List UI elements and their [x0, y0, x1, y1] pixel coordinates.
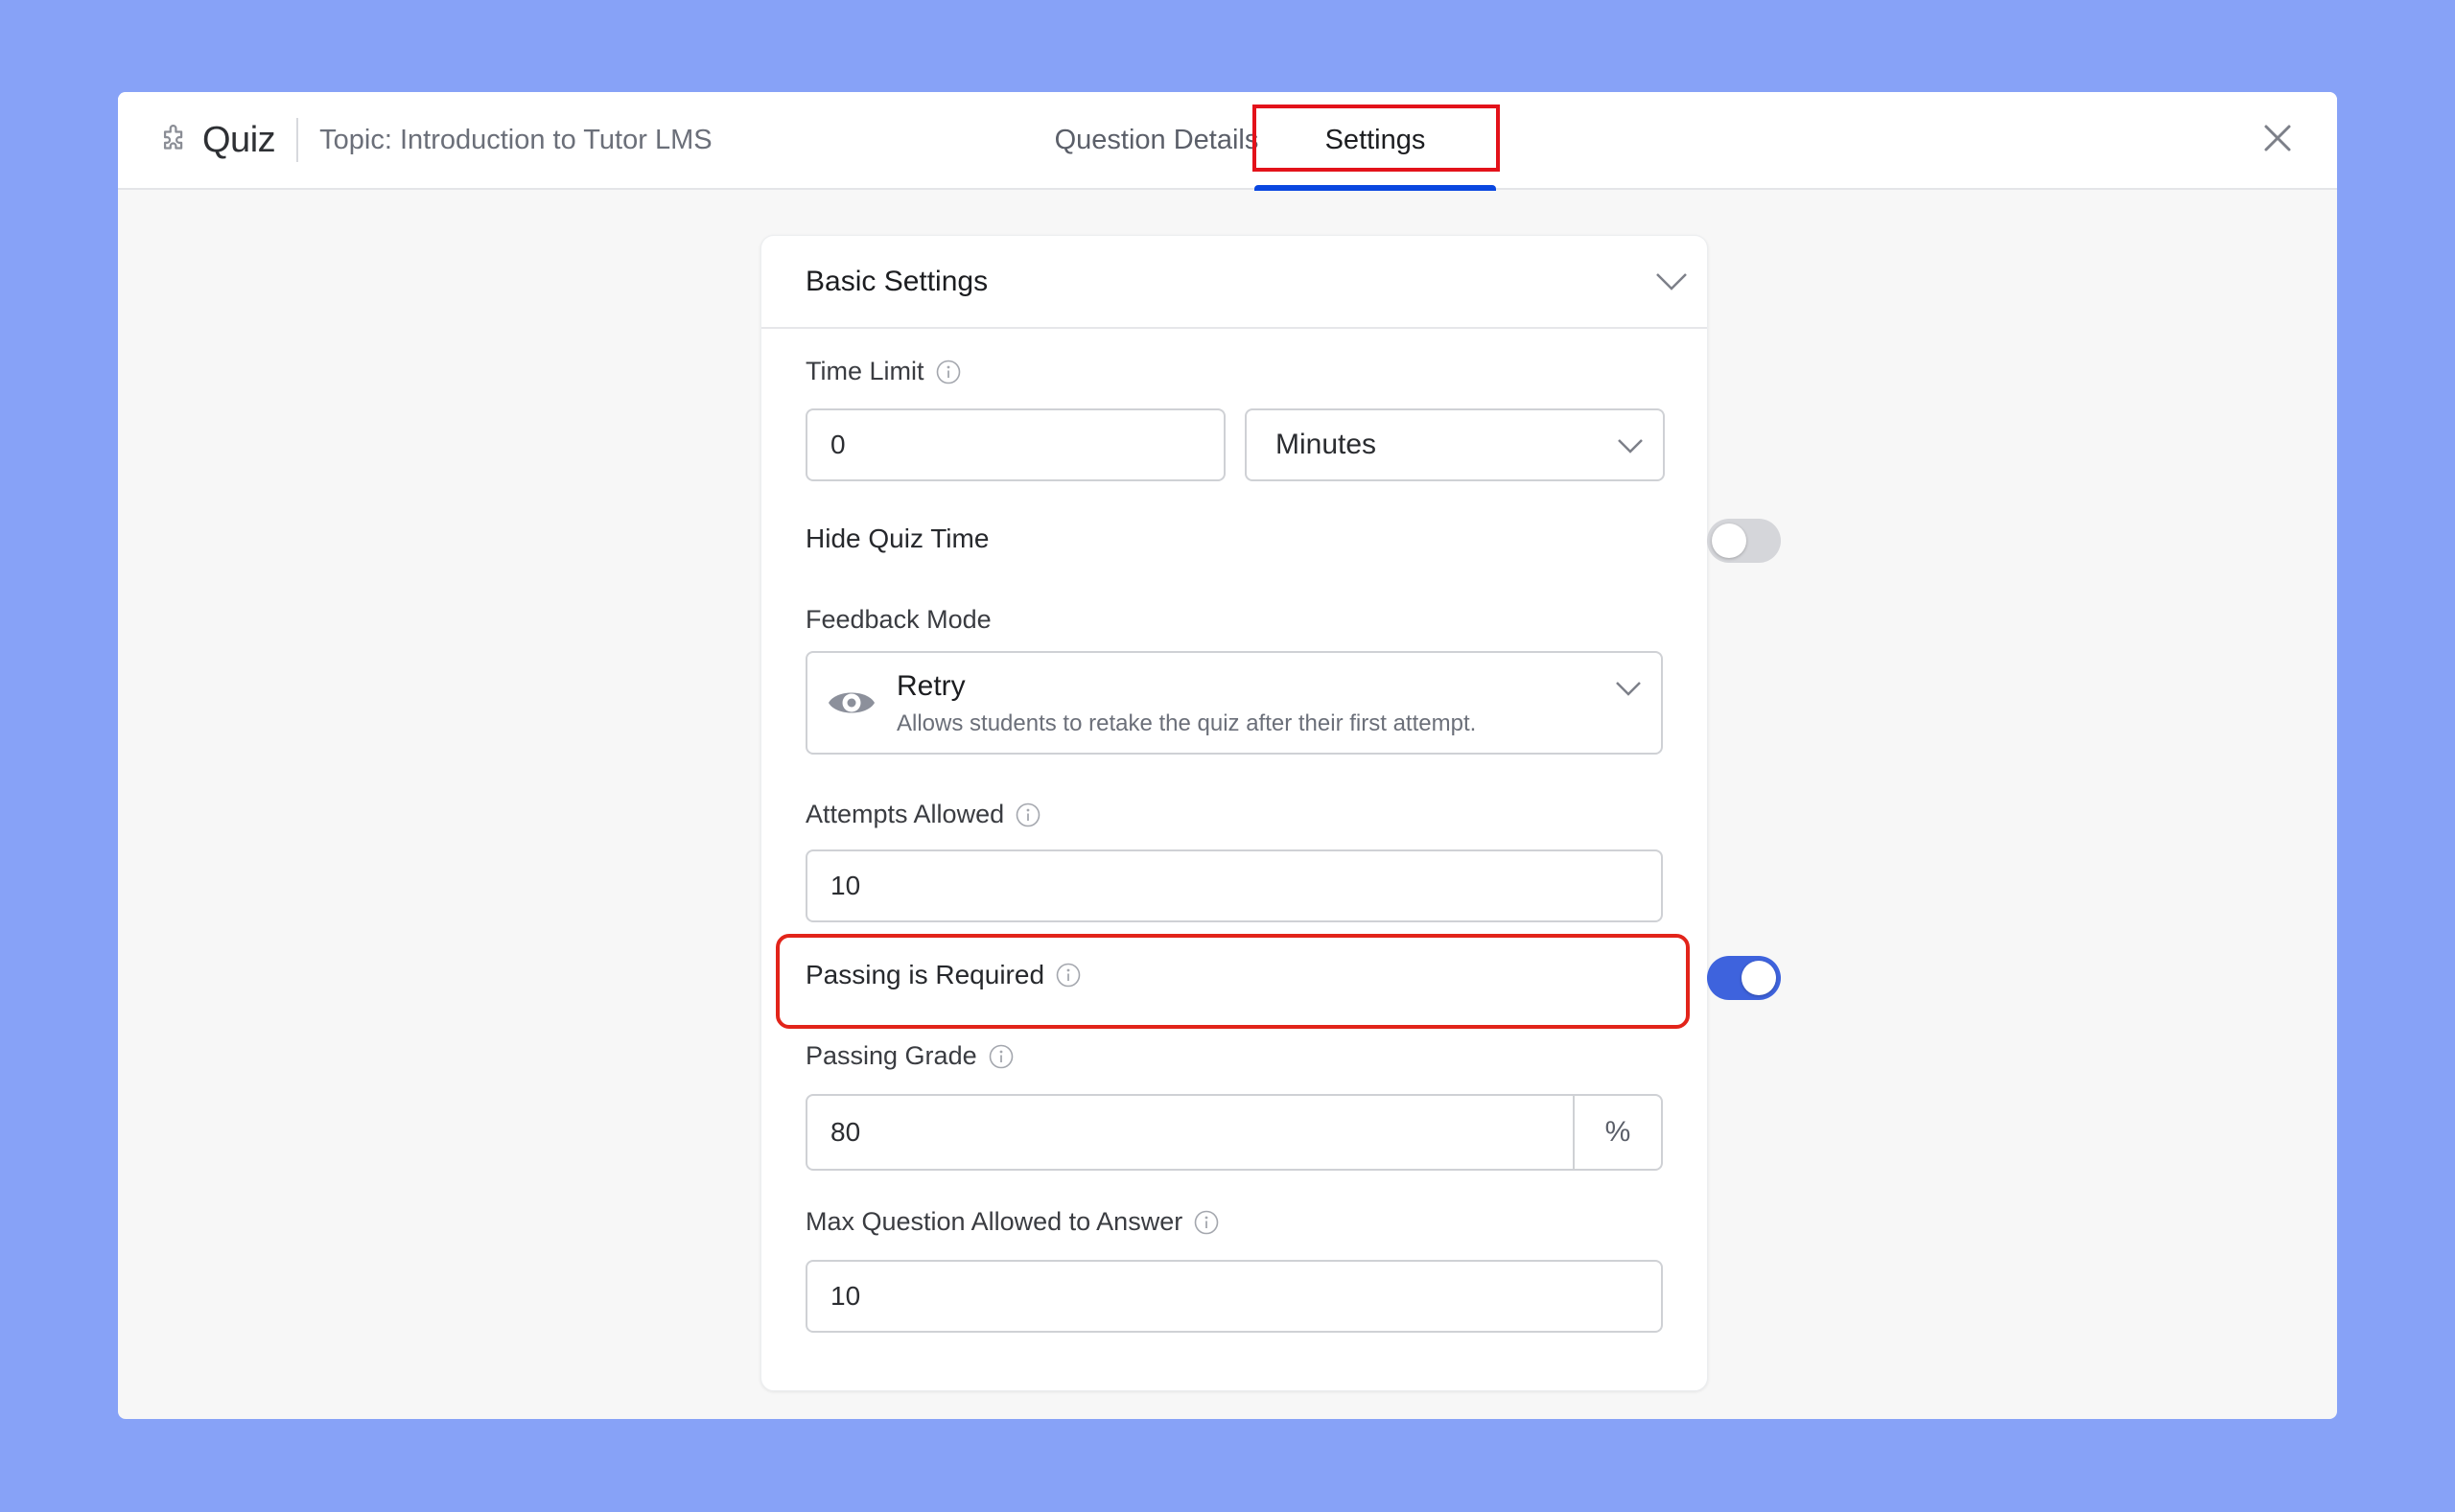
card-header[interactable]: Basic Settings — [761, 236, 1707, 329]
chevron-down-icon — [1617, 430, 1644, 460]
quiz-modal: Quiz Topic: Introduction to Tutor LMS Qu… — [118, 92, 2337, 1419]
chevron-down-icon[interactable] — [1648, 258, 1695, 306]
puzzle-icon — [158, 124, 191, 156]
time-unit-value: Minutes — [1275, 429, 1377, 460]
chevron-down-icon — [1615, 681, 1642, 701]
passing-grade-input[interactable]: 80 % — [806, 1094, 1663, 1171]
card-title: Basic Settings — [806, 265, 989, 297]
info-icon[interactable] — [1016, 803, 1040, 827]
toggle-knob — [1712, 523, 1746, 558]
time-limit-input[interactable]: 0 — [806, 408, 1226, 481]
basic-settings-card: Basic Settings Time Limit 0 Minutes Hide… — [760, 235, 1781, 1391]
max-questions-label: Max Question Allowed to Answer — [806, 1207, 1219, 1237]
modal-title: Quiz — [202, 119, 276, 160]
feedback-mode-select[interactable]: Retry Allows students to retake the quiz… — [806, 651, 1663, 755]
passing-required-toggle[interactable] — [1707, 956, 1781, 1000]
eye-icon — [827, 686, 877, 725]
percent-suffix: % — [1573, 1096, 1661, 1169]
modal-header: Quiz Topic: Introduction to Tutor LMS Qu… — [118, 92, 2337, 191]
attempts-allowed-label: Attempts Allowed — [806, 800, 1040, 829]
close-button[interactable] — [2258, 121, 2297, 159]
hide-quiz-time-label: Hide Quiz Time — [806, 523, 990, 553]
feedback-mode-description: Allows students to retake the quiz after… — [897, 710, 1477, 736]
info-icon[interactable] — [989, 1044, 1014, 1069]
close-icon — [2263, 124, 2292, 157]
passing-grade-value: 80 — [830, 1117, 861, 1147]
active-tab-indicator — [1254, 185, 1496, 191]
passing-required-highlight — [776, 934, 1690, 1029]
topic-breadcrumb: Topic: Introduction to Tutor LMS — [319, 124, 713, 155]
info-icon[interactable] — [936, 360, 961, 384]
max-questions-label-text: Max Question Allowed to Answer — [806, 1207, 1183, 1236]
passing-grade-label: Passing Grade — [806, 1041, 1014, 1071]
time-unit-select[interactable]: Minutes — [1245, 408, 1665, 481]
time-limit-label-text: Time Limit — [806, 357, 924, 385]
info-icon[interactable] — [1194, 1210, 1219, 1235]
feedback-mode-value: Retry — [897, 670, 966, 702]
passing-grade-label-text: Passing Grade — [806, 1041, 977, 1070]
brand: Quiz Topic: Introduction to Tutor LMS — [158, 92, 713, 188]
time-limit-label: Time Limit — [806, 357, 961, 386]
attempts-allowed-input[interactable]: 10 — [806, 849, 1663, 922]
max-questions-input[interactable]: 10 — [806, 1260, 1663, 1333]
hide-quiz-time-toggle[interactable] — [1707, 519, 1781, 563]
toggle-knob — [1742, 961, 1776, 995]
settings-tab-highlight — [1252, 105, 1500, 172]
title-divider — [296, 118, 299, 162]
feedback-mode-label: Feedback Mode — [806, 605, 992, 634]
attempts-allowed-label-text: Attempts Allowed — [806, 800, 1005, 828]
